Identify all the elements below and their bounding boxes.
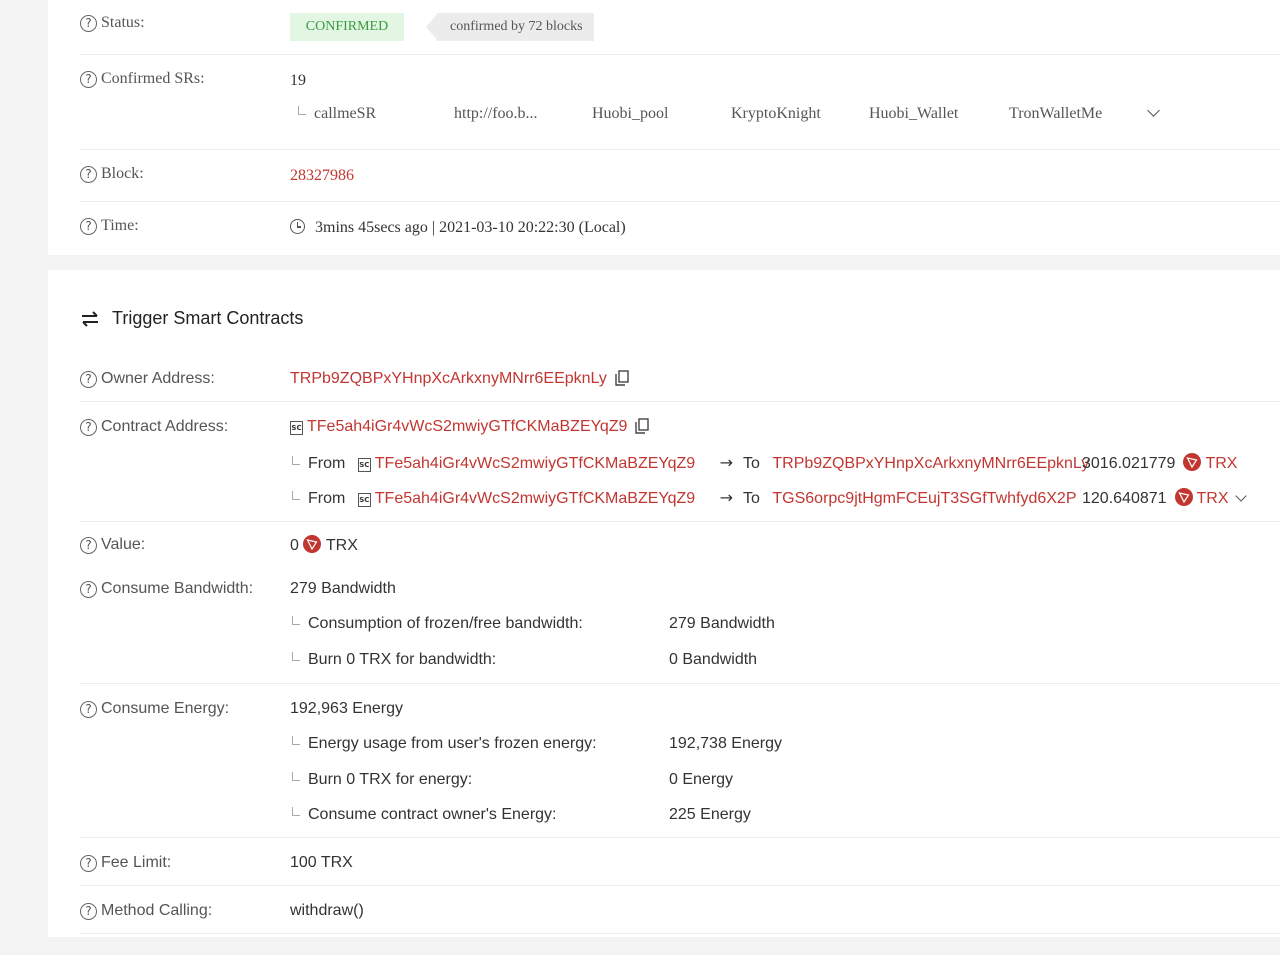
divider — [80, 201, 1280, 202]
sr-item[interactable]: Huobi_pool — [592, 105, 668, 123]
transfer-amount: 3016.021779 TRX — [1082, 453, 1238, 472]
smart-contract-icon: SC — [357, 493, 371, 507]
arrow-right-icon: → — [719, 453, 734, 472]
help-icon[interactable]: ? — [80, 418, 97, 436]
help-icon[interactable]: ? — [80, 902, 97, 920]
transfer-row: From SC TFe5ah4iGr4vWcS2mwiyGTfCKMaBZEYqZ… — [292, 453, 1089, 473]
method-calling-row: ? Method Calling: withdraw() — [80, 900, 1280, 924]
method-calling-label: ? Method Calling: — [80, 902, 212, 920]
status-row: ? Status: — [80, 12, 1280, 42]
block-row: ? Block: 28327986 — [80, 163, 1280, 193]
divider — [80, 885, 1280, 886]
help-icon[interactable]: ? — [80, 14, 97, 32]
bandwidth-detail-label: Burn 0 TRX for bandwidth: — [292, 651, 496, 669]
sr-item[interactable]: TronWalletMe — [1009, 105, 1102, 123]
consume-energy-label: ? Consume Energy: — [80, 700, 229, 718]
block-number-link[interactable]: 28327986 — [290, 167, 354, 185]
trigger-smart-contracts-card: Trigger Smart Contracts ? Owner Address:… — [48, 270, 1280, 937]
help-icon[interactable]: ? — [80, 700, 97, 718]
transaction-overview-card: ? Status: CONFIRMED confirmed by 72 bloc… — [48, 0, 1280, 255]
trx-token-icon — [302, 535, 321, 553]
fee-limit-row: ? Fee Limit: 100 TRX — [80, 852, 1280, 876]
transfer-row: From SC TFe5ah4iGr4vWcS2mwiyGTfCKMaBZEYqZ… — [292, 488, 1077, 508]
owner-address-row: ? Owner Address: TRPb9ZQBPxYHnpXcArkxnyM… — [80, 368, 1280, 392]
trx-token-link[interactable]: TRX — [1205, 455, 1237, 472]
confirmed-srs-row: ? Confirmed SRs: 19 callmeSR http://foo.… — [80, 68, 1280, 128]
sr-item[interactable]: callmeSR — [298, 105, 376, 123]
consume-energy-row: ? Consume Energy: 192,963 Energy Energy … — [80, 698, 1280, 838]
divider — [80, 401, 1280, 402]
trx-token-link[interactable]: TRX — [1197, 490, 1229, 507]
owner-address-link[interactable]: TRPb9ZQBPxYHnpXcArkxnyMNrr6EEpknLy — [290, 370, 607, 387]
divider — [80, 54, 1280, 55]
confirmed-srs-label: ? Confirmed SRs: — [80, 70, 205, 88]
copy-icon[interactable] — [635, 418, 650, 434]
help-icon[interactable]: ? — [80, 217, 97, 235]
consume-bandwidth-row: ? Consume Bandwidth: 279 Bandwidth Consu… — [80, 578, 1280, 678]
transfer-amount: 120.640871 TRX — [1082, 488, 1229, 507]
contract-address-label: ? Contract Address: — [80, 418, 228, 436]
confirmation-blocks-badge: confirmed by 72 blocks — [425, 13, 594, 41]
sr-item[interactable]: Huobi_Wallet — [869, 105, 958, 123]
swap-arrows-icon — [82, 310, 98, 327]
contract-address-value: SC TFe5ah4iGr4vWcS2mwiyGTfCKMaBZEYqZ9 — [290, 418, 650, 436]
transfer-from-link[interactable]: TFe5ah4iGr4vWcS2mwiyGTfCKMaBZEYqZ9 — [375, 490, 695, 507]
status-badge: CONFIRMED — [290, 13, 404, 41]
divider — [80, 933, 1280, 934]
block-label: ? Block: — [80, 165, 144, 183]
help-icon[interactable]: ? — [80, 536, 97, 554]
energy-detail-value: 225 Energy — [669, 806, 751, 823]
help-icon[interactable]: ? — [80, 370, 97, 388]
sr-item[interactable]: KryptoKnight — [731, 105, 821, 123]
trx-token-icon — [1174, 488, 1193, 506]
energy-detail-value: 192,738 Energy — [669, 735, 782, 752]
help-icon[interactable]: ? — [80, 580, 97, 598]
energy-detail-value: 0 Energy — [669, 771, 734, 788]
energy-detail-label: Burn 0 TRX for energy: — [292, 771, 472, 789]
fee-limit-value: 100 TRX — [290, 854, 353, 871]
smart-contract-icon: SC — [290, 421, 303, 435]
contract-address-link[interactable]: TFe5ah4iGr4vWcS2mwiyGTfCKMaBZEYqZ9 — [307, 418, 627, 435]
transfer-to-link[interactable]: TGS6orpc9jtHgmFCEujT3SGfTwhfyd6X2P — [772, 490, 1076, 507]
transfer-to-link[interactable]: TRPb9ZQBPxYHnpXcArkxnyMNrr6EEpknLy — [772, 455, 1089, 472]
value-label: ? Value: — [80, 536, 145, 554]
section-title: Trigger Smart Contracts — [80, 308, 303, 329]
consume-bandwidth-label: ? Consume Bandwidth: — [80, 580, 253, 598]
smart-contract-icon: SC — [357, 458, 371, 472]
bandwidth-detail-value: 0 Bandwidth — [669, 651, 758, 668]
transfer-from-link[interactable]: TFe5ah4iGr4vWcS2mwiyGTfCKMaBZEYqZ9 — [375, 455, 695, 472]
time-row: ? Time: 3mins 45secs ago | 2021-03-10 20… — [80, 215, 1280, 245]
copy-icon[interactable] — [615, 370, 629, 386]
chevron-down-icon[interactable] — [1235, 490, 1247, 502]
time-label: ? Time: — [80, 217, 139, 235]
trx-token-icon — [1183, 453, 1202, 471]
bandwidth-detail-value: 279 Bandwidth — [669, 615, 775, 632]
confirmed-srs-count: 19 — [290, 72, 306, 89]
time-value: 3mins 45secs ago | 2021-03-10 20:22:30 (… — [290, 219, 626, 237]
sr-item[interactable]: http://foo.b... — [454, 105, 538, 123]
clock-icon — [290, 219, 305, 234]
arrow-right-icon: → — [719, 488, 734, 507]
status-label: ? Status: — [80, 14, 145, 32]
value-row: ? Value: 0 TRX — [80, 534, 1280, 558]
value-amount: 0 TRX — [290, 535, 358, 554]
owner-address-label: ? Owner Address: — [80, 370, 215, 388]
help-icon[interactable]: ? — [80, 70, 97, 88]
contract-address-row: ? Contract Address: SC TFe5ah4iGr4vWcS2mw… — [80, 416, 1280, 516]
energy-total: 192,963 Energy — [290, 700, 403, 717]
divider — [80, 837, 1280, 838]
help-icon[interactable]: ? — [80, 854, 97, 872]
help-icon[interactable]: ? — [80, 165, 97, 183]
bandwidth-total: 279 Bandwidth — [290, 580, 396, 597]
method-calling-value: withdraw() — [290, 902, 364, 919]
divider — [80, 521, 1280, 522]
bandwidth-detail-label: Consumption of frozen/free bandwidth: — [292, 615, 583, 633]
divider — [80, 683, 1280, 684]
energy-detail-label: Energy usage from user's frozen energy: — [292, 735, 597, 753]
owner-address-value: TRPb9ZQBPxYHnpXcArkxnyMNrr6EEpknLy — [290, 370, 629, 388]
energy-detail-label: Consume contract owner's Energy: — [292, 806, 557, 824]
fee-limit-label: ? Fee Limit: — [80, 854, 171, 872]
chevron-down-icon[interactable] — [1147, 104, 1160, 117]
divider — [80, 149, 1280, 150]
